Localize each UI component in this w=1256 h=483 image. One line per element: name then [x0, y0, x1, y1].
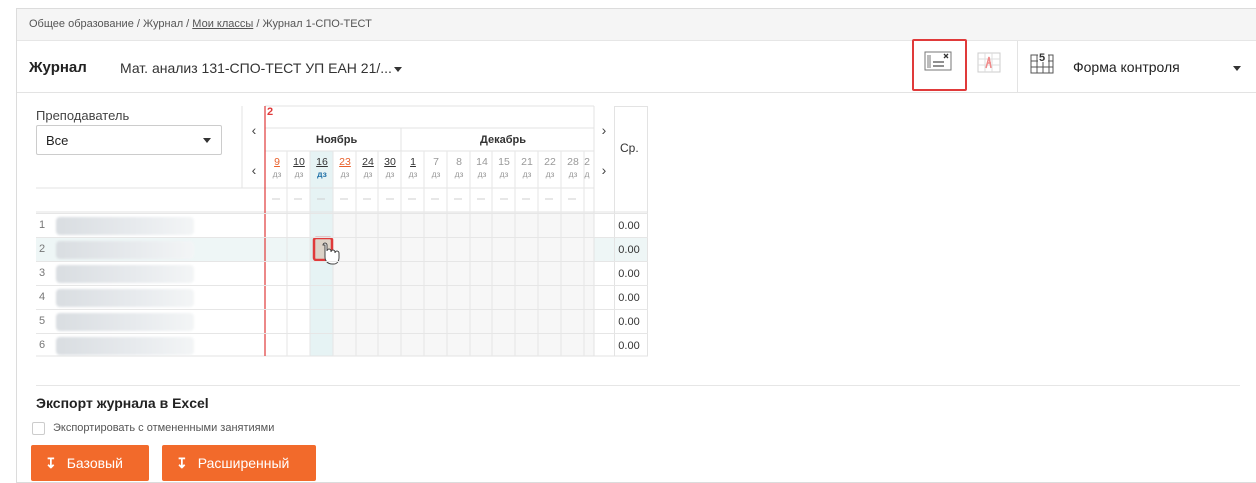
- prev-month-button[interactable]: ‹: [244, 120, 264, 140]
- today-marker: 2: [267, 106, 274, 118]
- day-column[interactable]: 21 дз: [516, 156, 538, 180]
- table-row[interactable]: 6 0.00: [36, 333, 648, 357]
- day-column[interactable]: 14 дз: [471, 156, 493, 180]
- row-average: 0.00: [618, 220, 640, 232]
- day-type: дз: [317, 169, 327, 179]
- month-december: Декабрь: [480, 134, 526, 146]
- day-number: 10: [293, 156, 305, 168]
- row-average: 0.00: [618, 340, 640, 352]
- day-type: дз: [522, 169, 532, 179]
- student-name-blurred: [56, 337, 194, 355]
- day-column[interactable]: 2д: [582, 156, 592, 180]
- day-number: 23: [339, 156, 351, 168]
- day-number: 14: [476, 156, 488, 168]
- day-column[interactable]: 10 дз: [288, 156, 310, 180]
- export-extended-button[interactable]: ↧ Расширенный: [162, 445, 316, 481]
- day-number: 16: [316, 156, 328, 168]
- day-column[interactable]: 24 дз: [357, 156, 379, 180]
- day-type: дз: [545, 169, 555, 179]
- day-type: дз: [385, 169, 395, 179]
- row-average: 0.00: [618, 244, 640, 256]
- month-november: Ноябрь: [316, 134, 358, 146]
- day-column[interactable]: 30 дз: [379, 156, 401, 180]
- row-number: 1: [39, 219, 46, 231]
- row-number: 5: [39, 315, 46, 327]
- day-column[interactable]: 9 дз: [266, 156, 288, 180]
- export-extended-label: Расширенный: [197, 455, 290, 471]
- day-number: 2: [584, 156, 590, 168]
- day-number: 8: [456, 156, 462, 168]
- export-basic-label: Базовый: [66, 455, 123, 471]
- day-type: дз: [568, 169, 578, 179]
- day-type: д: [584, 169, 590, 179]
- day-column[interactable]: 28 дз: [562, 156, 584, 180]
- row-number: 6: [39, 339, 46, 351]
- day-type: дз: [477, 169, 487, 179]
- day-type: дз: [363, 169, 373, 179]
- prev-day-button[interactable]: ‹: [244, 160, 264, 180]
- export-cancelled-checkbox[interactable]: [32, 422, 45, 435]
- student-name-blurred: [56, 241, 194, 259]
- student-name-blurred: [56, 265, 194, 283]
- export-title: Экспорт журнала в Excel: [36, 395, 209, 411]
- day-type: дз: [340, 169, 350, 179]
- download-icon: ↧: [176, 455, 188, 471]
- day-number: 30: [384, 156, 396, 168]
- day-number: 7: [433, 156, 439, 168]
- table-row[interactable]: 4 0.00: [36, 285, 648, 309]
- day-type: дз: [499, 169, 509, 179]
- day-column[interactable]: 15 дз: [493, 156, 515, 180]
- section-divider: [36, 385, 1240, 386]
- day-number: 21: [521, 156, 533, 168]
- row-average: 0.00: [618, 292, 640, 304]
- day-number: 22: [544, 156, 556, 168]
- table-row[interactable]: 1 0.00: [36, 213, 648, 237]
- day-number: 9: [274, 156, 280, 168]
- day-type: дз: [454, 169, 464, 179]
- day-type: дз: [431, 169, 441, 179]
- student-name-blurred: [56, 289, 194, 307]
- next-month-button[interactable]: ›: [594, 120, 614, 140]
- day-column[interactable]: 1 дз: [402, 156, 424, 180]
- average-header-label: Ср.: [620, 141, 639, 155]
- day-type: дз: [272, 169, 282, 179]
- next-day-button[interactable]: ›: [594, 160, 614, 180]
- day-column[interactable]: 16 дз: [311, 156, 333, 180]
- day-column[interactable]: 22 дз: [539, 156, 561, 180]
- row-average: 0.00: [618, 316, 640, 328]
- day-column[interactable]: 7 дз: [425, 156, 447, 180]
- day-column[interactable]: 23 дз: [334, 156, 356, 180]
- student-name-blurred: [56, 217, 194, 235]
- table-row[interactable]: 3 0.00: [36, 261, 648, 285]
- row-number: 3: [39, 267, 46, 279]
- export-cancelled-label: Экспортировать с отмененными занятиями: [53, 422, 275, 434]
- student-name-blurred: [56, 313, 194, 331]
- table-row[interactable]: 5 0.00: [36, 309, 648, 333]
- day-type: дз: [408, 169, 418, 179]
- row-number: 4: [39, 291, 46, 303]
- day-column[interactable]: 8 дз: [448, 156, 470, 180]
- day-number: 15: [498, 156, 510, 168]
- day-type: дз: [294, 169, 304, 179]
- download-icon: ↧: [45, 455, 57, 471]
- export-basic-button[interactable]: ↧ Базовый: [31, 445, 149, 481]
- day-number: 1: [410, 156, 416, 168]
- day-number: 28: [567, 156, 579, 168]
- row-number: 2: [39, 243, 46, 255]
- day-number: 24: [362, 156, 374, 168]
- row-average: 0.00: [618, 268, 640, 280]
- table-row[interactable]: 2 0.00: [36, 237, 648, 261]
